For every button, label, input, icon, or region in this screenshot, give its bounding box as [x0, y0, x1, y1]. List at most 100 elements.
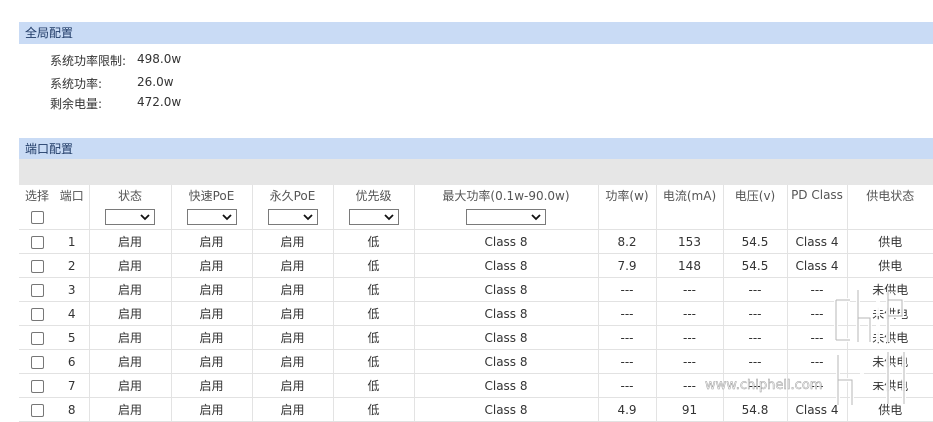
- system-power-value: 26.0w: [137, 75, 174, 89]
- port-fast-poe: 启用: [170, 325, 252, 350]
- status-filter-select[interactable]: [105, 209, 155, 225]
- port-perm-poe: 启用: [251, 301, 333, 326]
- port-priority: 低: [332, 253, 414, 278]
- port-perm-poe: 启用: [251, 373, 333, 398]
- port-priority: 低: [332, 325, 414, 350]
- port-max-power: Class 8: [413, 229, 598, 254]
- col-status: 状态: [88, 185, 171, 205]
- port-supply-status: 未供电: [846, 277, 933, 302]
- port-select-checkbox[interactable]: [30, 331, 44, 345]
- global-config-title: 全局配置: [25, 26, 74, 40]
- port-select-checkbox[interactable]: [30, 283, 44, 297]
- power-limit-label: 系统功率限制:: [50, 54, 127, 68]
- port-voltage: ---: [722, 373, 787, 398]
- port-status: 启用: [88, 277, 171, 302]
- table-header-row: 选择 端口 状态 快速PoE 永久PoE 优先级 最大功率(0.1w-90.0w…: [19, 185, 933, 205]
- port-row-5: 5 启用 启用 启用低 Class 8 --- --- --- --- 未供电: [19, 325, 933, 350]
- port-supply-status: 未供电: [846, 373, 933, 398]
- perm-poe-filter-select[interactable]: [267, 209, 318, 225]
- port-status: 启用: [88, 397, 171, 422]
- port-pd-class: Class 4: [786, 253, 847, 278]
- col-select: 选择: [24, 188, 49, 203]
- col-supply-status: 供电状态: [846, 185, 933, 205]
- col-max-power: 最大功率(0.1w-90.0w): [413, 185, 598, 205]
- global-config-header: 全局配置: [19, 22, 933, 44]
- port-number: 4: [55, 301, 89, 326]
- port-voltage: ---: [722, 349, 787, 374]
- chevron-down-icon: [302, 214, 313, 221]
- port-supply-status: 未供电: [846, 301, 933, 326]
- chevron-down-icon: [383, 214, 394, 221]
- port-max-power: Class 8: [413, 325, 598, 350]
- port-power: 8.2: [597, 229, 656, 254]
- priority-filter-select[interactable]: [348, 209, 399, 225]
- port-max-power: Class 8: [413, 301, 598, 326]
- port-select-checkbox[interactable]: [30, 307, 44, 321]
- system-power-label: 系统功率:: [50, 77, 103, 91]
- col-voltage: 电压(v): [722, 185, 787, 205]
- port-power: ---: [597, 373, 656, 398]
- port-perm-poe: 启用: [251, 325, 333, 350]
- remaining-power-value: 472.0w: [137, 95, 182, 109]
- port-priority: 低: [332, 373, 414, 398]
- port-status: 启用: [88, 253, 171, 278]
- col-power: 功率(w): [597, 185, 656, 205]
- port-row-3: 3 启用 启用 启用低 Class 8 --- --- --- --- 未供电: [19, 277, 933, 302]
- port-max-power: Class 8: [413, 349, 598, 374]
- port-pd-class: Class 4: [786, 229, 847, 254]
- col-current: 电流(mA): [655, 185, 723, 205]
- port-status: 启用: [88, 349, 171, 374]
- port-max-power: Class 8: [413, 397, 598, 422]
- port-current: 148: [655, 253, 723, 278]
- port-priority: 低: [332, 349, 414, 374]
- port-config-toolbar: [19, 159, 933, 185]
- port-voltage: 54.8: [722, 397, 787, 422]
- port-supply-status: 供电: [846, 229, 933, 254]
- port-fast-poe: 启用: [170, 397, 252, 422]
- port-row-4: 4 启用 启用 启用低 Class 8 --- --- --- --- 未供电: [19, 301, 933, 326]
- port-pd-class: Class 4: [786, 397, 847, 422]
- port-pd-class: ---: [786, 349, 847, 374]
- port-max-power: Class 8: [413, 253, 598, 278]
- power-limit-row: 系统功率限制: 498.0w: [50, 52, 350, 68]
- port-priority: 低: [332, 277, 414, 302]
- port-select-checkbox[interactable]: [30, 235, 44, 249]
- chevron-down-icon: [221, 214, 232, 221]
- col-perm-poe: 永久PoE: [251, 185, 333, 205]
- port-perm-poe: 启用: [251, 349, 333, 374]
- port-supply-status: 未供电: [846, 349, 933, 374]
- port-fast-poe: 启用: [170, 277, 252, 302]
- port-select-checkbox[interactable]: [30, 259, 44, 273]
- port-power: ---: [597, 301, 656, 326]
- chevron-down-icon: [140, 214, 150, 221]
- port-voltage: 54.5: [722, 253, 787, 278]
- port-pd-class: ---: [786, 277, 847, 302]
- port-voltage: ---: [722, 301, 787, 326]
- port-select-checkbox[interactable]: [30, 355, 44, 369]
- port-max-power: Class 8: [413, 373, 598, 398]
- port-select-checkbox[interactable]: [30, 379, 44, 393]
- port-current: ---: [655, 373, 723, 398]
- port-row-7: 7 启用 启用 启用低 Class 8 --- --- --- --- 未供电: [19, 373, 933, 398]
- filter-row: [19, 205, 933, 230]
- col-fast-poe: 快速PoE: [170, 185, 252, 205]
- port-perm-poe: 启用: [251, 277, 333, 302]
- select-all-checkbox[interactable]: [30, 211, 44, 224]
- chevron-down-icon: [531, 214, 541, 221]
- port-status: 启用: [88, 229, 171, 254]
- port-fast-poe: 启用: [170, 229, 252, 254]
- port-supply-status: 供电: [846, 397, 933, 422]
- port-number: 8: [55, 397, 89, 422]
- port-number: 2: [55, 253, 89, 278]
- port-perm-poe: 启用: [251, 253, 333, 278]
- max-power-filter-select[interactable]: [466, 209, 546, 225]
- port-table: 选择 端口 状态 快速PoE 永久PoE 优先级 最大功率(0.1w-90.0w…: [19, 185, 933, 422]
- fast-poe-filter-select[interactable]: [186, 209, 237, 225]
- remaining-power-label: 剩余电量:: [50, 97, 103, 111]
- power-limit-value: 498.0w: [137, 52, 182, 66]
- port-config-header: 端口配置: [19, 138, 933, 160]
- port-current: ---: [655, 349, 723, 374]
- port-supply-status: 未供电: [846, 325, 933, 350]
- port-select-checkbox[interactable]: [30, 403, 44, 417]
- port-current: ---: [655, 301, 723, 326]
